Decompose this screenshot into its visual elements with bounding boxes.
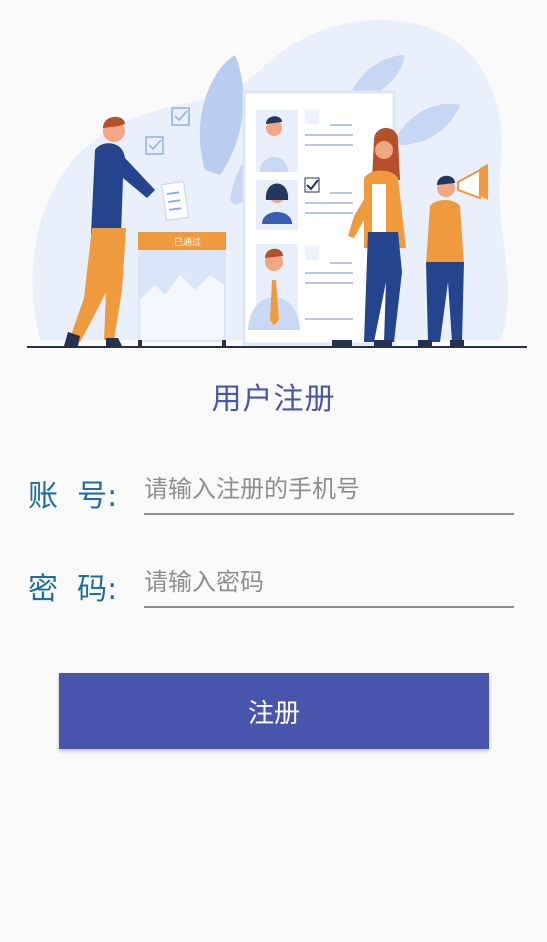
password-label: 密 码: <box>28 572 118 607</box>
account-row: 账 号: <box>0 465 547 515</box>
voting-illustration: 已通过 <box>27 20 527 348</box>
password-row: 密 码: <box>0 558 547 608</box>
account-input[interactable] <box>144 465 514 515</box>
account-label: 账 号: <box>28 479 118 514</box>
register-button[interactable]: 注册 <box>59 673 489 749</box>
ballot-box-label: 已通过 <box>174 236 201 248</box>
password-input[interactable] <box>144 558 514 608</box>
page-title: 用户注册 <box>211 382 336 417</box>
